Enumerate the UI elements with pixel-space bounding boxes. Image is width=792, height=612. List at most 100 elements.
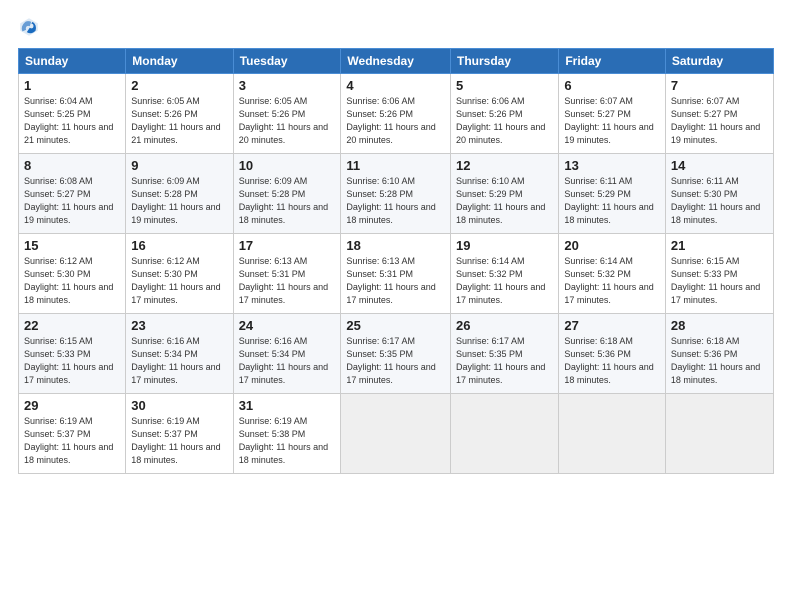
day-number: 17: [239, 238, 336, 253]
calendar-week-row: 29 Sunrise: 6:19 AMSunset: 5:37 PMDaylig…: [19, 394, 774, 474]
day-info: Sunrise: 6:09 AMSunset: 5:28 PMDaylight:…: [239, 176, 328, 225]
day-info: Sunrise: 6:09 AMSunset: 5:28 PMDaylight:…: [131, 176, 220, 225]
day-number: 11: [346, 158, 445, 173]
day-number: 2: [131, 78, 227, 93]
day-info: Sunrise: 6:19 AMSunset: 5:37 PMDaylight:…: [24, 416, 113, 465]
day-number: 24: [239, 318, 336, 333]
day-number: 19: [456, 238, 553, 253]
page: SundayMondayTuesdayWednesdayThursdayFrid…: [0, 0, 792, 484]
day-info: Sunrise: 6:16 AMSunset: 5:34 PMDaylight:…: [239, 336, 328, 385]
calendar-cell: 6 Sunrise: 6:07 AMSunset: 5:27 PMDayligh…: [559, 74, 666, 154]
calendar-cell: 3 Sunrise: 6:05 AMSunset: 5:26 PMDayligh…: [233, 74, 341, 154]
day-number: 1: [24, 78, 120, 93]
calendar-cell: 24 Sunrise: 6:16 AMSunset: 5:34 PMDaylig…: [233, 314, 341, 394]
day-info: Sunrise: 6:07 AMSunset: 5:27 PMDaylight:…: [671, 96, 760, 145]
weekday-header: Tuesday: [233, 49, 341, 74]
day-info: Sunrise: 6:05 AMSunset: 5:26 PMDaylight:…: [131, 96, 220, 145]
calendar-cell: 9 Sunrise: 6:09 AMSunset: 5:28 PMDayligh…: [126, 154, 233, 234]
day-info: Sunrise: 6:13 AMSunset: 5:31 PMDaylight:…: [239, 256, 328, 305]
calendar-cell: 11 Sunrise: 6:10 AMSunset: 5:28 PMDaylig…: [341, 154, 451, 234]
day-info: Sunrise: 6:10 AMSunset: 5:29 PMDaylight:…: [456, 176, 545, 225]
calendar-cell: 2 Sunrise: 6:05 AMSunset: 5:26 PMDayligh…: [126, 74, 233, 154]
calendar-cell: 10 Sunrise: 6:09 AMSunset: 5:28 PMDaylig…: [233, 154, 341, 234]
day-number: 4: [346, 78, 445, 93]
weekday-header: Sunday: [19, 49, 126, 74]
day-info: Sunrise: 6:13 AMSunset: 5:31 PMDaylight:…: [346, 256, 435, 305]
day-info: Sunrise: 6:18 AMSunset: 5:36 PMDaylight:…: [564, 336, 653, 385]
day-info: Sunrise: 6:12 AMSunset: 5:30 PMDaylight:…: [131, 256, 220, 305]
day-number: 15: [24, 238, 120, 253]
calendar-week-row: 8 Sunrise: 6:08 AMSunset: 5:27 PMDayligh…: [19, 154, 774, 234]
day-number: 6: [564, 78, 660, 93]
calendar-cell: 16 Sunrise: 6:12 AMSunset: 5:30 PMDaylig…: [126, 234, 233, 314]
weekday-header: Thursday: [451, 49, 559, 74]
calendar-cell: 20 Sunrise: 6:14 AMSunset: 5:32 PMDaylig…: [559, 234, 666, 314]
day-info: Sunrise: 6:06 AMSunset: 5:26 PMDaylight:…: [456, 96, 545, 145]
calendar-cell: 5 Sunrise: 6:06 AMSunset: 5:26 PMDayligh…: [451, 74, 559, 154]
day-number: 29: [24, 398, 120, 413]
calendar-cell: 17 Sunrise: 6:13 AMSunset: 5:31 PMDaylig…: [233, 234, 341, 314]
day-number: 28: [671, 318, 768, 333]
calendar-cell: 21 Sunrise: 6:15 AMSunset: 5:33 PMDaylig…: [665, 234, 773, 314]
day-number: 27: [564, 318, 660, 333]
day-number: 8: [24, 158, 120, 173]
calendar-cell: 31 Sunrise: 6:19 AMSunset: 5:38 PMDaylig…: [233, 394, 341, 474]
logo: [18, 16, 44, 38]
day-number: 25: [346, 318, 445, 333]
day-info: Sunrise: 6:07 AMSunset: 5:27 PMDaylight:…: [564, 96, 653, 145]
day-info: Sunrise: 6:17 AMSunset: 5:35 PMDaylight:…: [346, 336, 435, 385]
calendar-cell: 29 Sunrise: 6:19 AMSunset: 5:37 PMDaylig…: [19, 394, 126, 474]
calendar-cell: [559, 394, 666, 474]
day-number: 22: [24, 318, 120, 333]
day-info: Sunrise: 6:16 AMSunset: 5:34 PMDaylight:…: [131, 336, 220, 385]
calendar-cell: 13 Sunrise: 6:11 AMSunset: 5:29 PMDaylig…: [559, 154, 666, 234]
day-info: Sunrise: 6:18 AMSunset: 5:36 PMDaylight:…: [671, 336, 760, 385]
calendar-cell: 1 Sunrise: 6:04 AMSunset: 5:25 PMDayligh…: [19, 74, 126, 154]
day-info: Sunrise: 6:19 AMSunset: 5:37 PMDaylight:…: [131, 416, 220, 465]
calendar-cell: 18 Sunrise: 6:13 AMSunset: 5:31 PMDaylig…: [341, 234, 451, 314]
weekday-header: Wednesday: [341, 49, 451, 74]
day-info: Sunrise: 6:15 AMSunset: 5:33 PMDaylight:…: [24, 336, 113, 385]
weekday-header: Monday: [126, 49, 233, 74]
day-number: 9: [131, 158, 227, 173]
day-info: Sunrise: 6:12 AMSunset: 5:30 PMDaylight:…: [24, 256, 113, 305]
day-number: 3: [239, 78, 336, 93]
logo-icon: [18, 16, 40, 38]
calendar-cell: 22 Sunrise: 6:15 AMSunset: 5:33 PMDaylig…: [19, 314, 126, 394]
day-number: 21: [671, 238, 768, 253]
day-number: 14: [671, 158, 768, 173]
calendar-cell: 30 Sunrise: 6:19 AMSunset: 5:37 PMDaylig…: [126, 394, 233, 474]
day-info: Sunrise: 6:05 AMSunset: 5:26 PMDaylight:…: [239, 96, 328, 145]
day-number: 10: [239, 158, 336, 173]
day-info: Sunrise: 6:11 AMSunset: 5:30 PMDaylight:…: [671, 176, 760, 225]
day-info: Sunrise: 6:08 AMSunset: 5:27 PMDaylight:…: [24, 176, 113, 225]
weekday-header: Friday: [559, 49, 666, 74]
day-number: 31: [239, 398, 336, 413]
day-info: Sunrise: 6:15 AMSunset: 5:33 PMDaylight:…: [671, 256, 760, 305]
calendar-cell: 28 Sunrise: 6:18 AMSunset: 5:36 PMDaylig…: [665, 314, 773, 394]
calendar-cell: 19 Sunrise: 6:14 AMSunset: 5:32 PMDaylig…: [451, 234, 559, 314]
calendar-week-row: 15 Sunrise: 6:12 AMSunset: 5:30 PMDaylig…: [19, 234, 774, 314]
day-number: 20: [564, 238, 660, 253]
calendar-cell: 26 Sunrise: 6:17 AMSunset: 5:35 PMDaylig…: [451, 314, 559, 394]
day-info: Sunrise: 6:06 AMSunset: 5:26 PMDaylight:…: [346, 96, 435, 145]
header: [18, 16, 774, 38]
calendar-header-row: SundayMondayTuesdayWednesdayThursdayFrid…: [19, 49, 774, 74]
day-info: Sunrise: 6:14 AMSunset: 5:32 PMDaylight:…: [456, 256, 545, 305]
weekday-header: Saturday: [665, 49, 773, 74]
day-info: Sunrise: 6:17 AMSunset: 5:35 PMDaylight:…: [456, 336, 545, 385]
calendar-cell: [451, 394, 559, 474]
calendar-cell: 27 Sunrise: 6:18 AMSunset: 5:36 PMDaylig…: [559, 314, 666, 394]
calendar-cell: 7 Sunrise: 6:07 AMSunset: 5:27 PMDayligh…: [665, 74, 773, 154]
calendar-week-row: 22 Sunrise: 6:15 AMSunset: 5:33 PMDaylig…: [19, 314, 774, 394]
day-info: Sunrise: 6:14 AMSunset: 5:32 PMDaylight:…: [564, 256, 653, 305]
day-info: Sunrise: 6:10 AMSunset: 5:28 PMDaylight:…: [346, 176, 435, 225]
day-number: 13: [564, 158, 660, 173]
day-number: 5: [456, 78, 553, 93]
day-number: 12: [456, 158, 553, 173]
calendar-cell: 4 Sunrise: 6:06 AMSunset: 5:26 PMDayligh…: [341, 74, 451, 154]
day-info: Sunrise: 6:11 AMSunset: 5:29 PMDaylight:…: [564, 176, 653, 225]
calendar-cell: [341, 394, 451, 474]
day-info: Sunrise: 6:19 AMSunset: 5:38 PMDaylight:…: [239, 416, 328, 465]
calendar-cell: 8 Sunrise: 6:08 AMSunset: 5:27 PMDayligh…: [19, 154, 126, 234]
